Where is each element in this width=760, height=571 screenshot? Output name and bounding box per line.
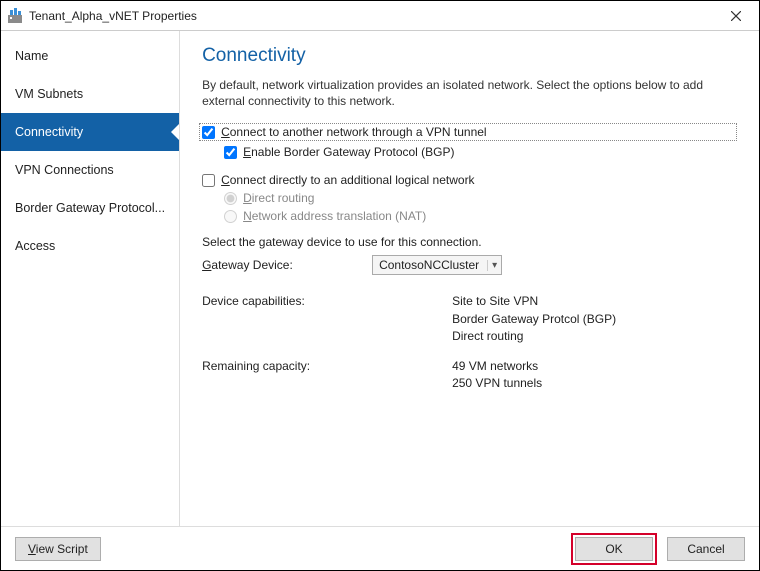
direct-routing-row: Direct routing	[224, 191, 737, 205]
nat-row: Network address translation (NAT)	[224, 209, 737, 223]
sidebar-item-name[interactable]: Name	[1, 37, 179, 75]
footer: View Script OK Cancel	[1, 526, 759, 570]
sidebar-item-access[interactable]: Access	[1, 227, 179, 265]
gateway-device-value: ContosoNCCluster	[379, 258, 479, 272]
view-script-button[interactable]: View Script	[15, 537, 101, 561]
chevron-down-icon: ▾	[487, 260, 497, 271]
gateway-device-select[interactable]: ContosoNCCluster ▾	[372, 255, 502, 275]
gateway-row: Gateway Device: ContosoNCCluster ▾	[202, 255, 737, 275]
sidebar-item-connectivity[interactable]: Connectivity	[1, 113, 179, 151]
nat-label: Network address translation (NAT)	[243, 209, 426, 223]
ok-button[interactable]: OK	[575, 537, 653, 561]
close-icon	[731, 11, 741, 21]
bgp-checkbox[interactable]	[224, 146, 237, 159]
remaining-capacity-label: Remaining capacity:	[202, 358, 452, 393]
device-capabilities-label: Device capabilities:	[202, 293, 452, 345]
page-title: Connectivity	[202, 45, 737, 67]
vpn-tunnel-checkbox[interactable]	[202, 126, 215, 139]
bgp-row: Enable Border Gateway Protocol (BGP)	[224, 145, 737, 159]
vpn-tunnel-label[interactable]: Connect to another network through a VPN…	[221, 125, 487, 139]
device-capabilities-value: Site to Site VPN Border Gateway Protcol …	[452, 293, 737, 345]
direct-routing-radio[interactable]	[224, 192, 237, 205]
direct-connect-label[interactable]: Connect directly to an additional logica…	[221, 173, 474, 187]
app-icon	[7, 8, 23, 24]
titlebar: Tenant_Alpha_vNET Properties	[1, 1, 759, 31]
sidebar-item-bgp[interactable]: Border Gateway Protocol...	[1, 189, 179, 227]
intro-text: By default, network virtualization provi…	[202, 77, 737, 109]
vpn-tunnel-row: Connect to another network through a VPN…	[199, 123, 737, 141]
close-button[interactable]	[721, 5, 751, 27]
sidebar-item-vm-subnets[interactable]: VM Subnets	[1, 75, 179, 113]
gateway-prompt: Select the gateway device to use for thi…	[202, 235, 737, 249]
nat-radio[interactable]	[224, 210, 237, 223]
remaining-capacity-value: 49 VM networks 250 VPN tunnels	[452, 358, 737, 393]
sidebar-item-vpn-connections[interactable]: VPN Connections	[1, 151, 179, 189]
ok-highlight: OK	[571, 533, 657, 565]
content-panel: Connectivity By default, network virtual…	[180, 31, 759, 526]
bgp-label[interactable]: Enable Border Gateway Protocol (BGP)	[243, 145, 454, 159]
direct-routing-label: Direct routing	[243, 191, 314, 205]
window-title: Tenant_Alpha_vNET Properties	[29, 9, 721, 23]
device-capabilities-block: Device capabilities: Site to Site VPN Bo…	[202, 293, 737, 392]
direct-connect-checkbox[interactable]	[202, 174, 215, 187]
sidebar: Name VM Subnets Connectivity VPN Connect…	[1, 31, 180, 526]
gateway-device-label: Gateway Device:	[202, 258, 372, 272]
cancel-button[interactable]: Cancel	[667, 537, 745, 561]
direct-connect-row: Connect directly to an additional logica…	[202, 173, 737, 187]
main-area: Name VM Subnets Connectivity VPN Connect…	[1, 31, 759, 526]
